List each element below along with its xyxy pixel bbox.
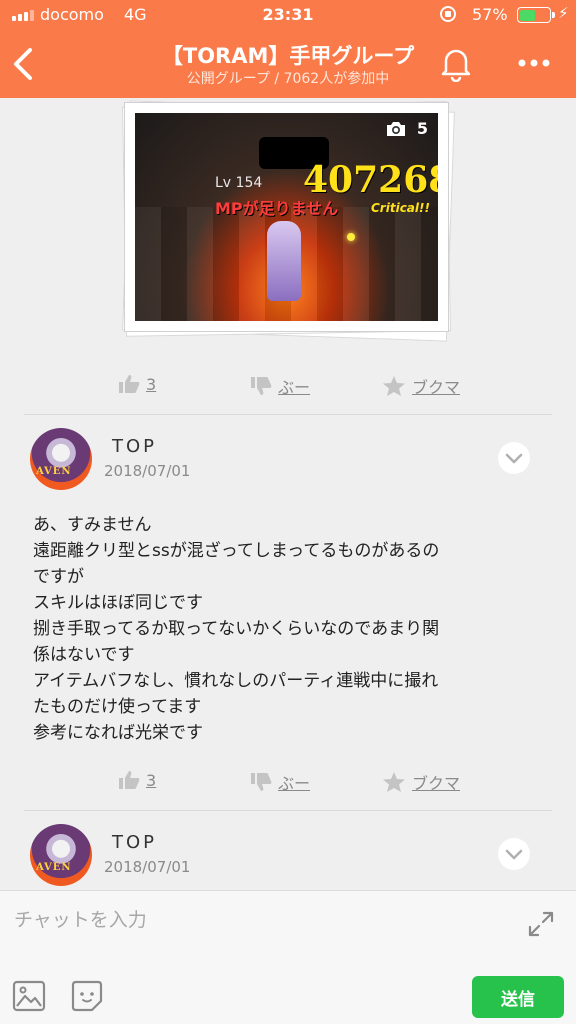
camera-icon [386,121,405,136]
comment-line: あ、すみません [33,515,152,535]
bookmark-label: ブクマ [412,774,461,793]
thumbs-down-icon [251,773,272,791]
dislike-button[interactable]: ぶー [250,770,310,794]
image-attach-button[interactable] [12,979,46,1013]
expand-input-button[interactable] [526,909,556,939]
comment-line: 参考になれば光栄です [33,723,203,743]
message-feed[interactable]: Lv 154 407268 MPが足りません Critical!! 5 3 ぶー [0,98,576,890]
more-menu-button[interactable] [512,48,556,78]
group-subtitle: 公開グループ / 7062人が参加中 [186,71,390,87]
comment-line: 遠距離クリ型とssが混ざってしまってるものがあるの [33,541,440,561]
dislike-label: ぶー [278,378,311,397]
screenshot-critical: Critical!! [371,201,430,215]
photo-count-badge: 5 [385,119,428,138]
like-count: 3 [146,374,157,394]
thumbs-up-icon [119,375,140,393]
star-icon [383,772,405,792]
comment-actions: 3 ぶー ブクマ [0,770,576,800]
comment-username[interactable]: TOP [112,832,157,853]
comment-item: AVEN TOP 2018/07/01 [0,824,576,890]
photo-album[interactable]: Lv 154 407268 MPが足りません Critical!! 5 [118,100,458,342]
divider [24,414,552,415]
comment-line: 係はないです [33,645,135,665]
comment-line: アイテムバフなし、慣れなしのパーティ連戦中に撮れ [33,671,439,691]
like-button[interactable]: 3 [118,770,156,790]
rotation-lock-icon [440,6,456,22]
photo-count: 5 [416,119,428,138]
avatar[interactable]: AVEN [30,824,92,886]
more-dots-icon [518,59,550,67]
star-icon [383,376,405,396]
comment-line: 捌き手取ってるか取ってないかくらいなのであまり関 [33,619,440,639]
dislike-label: ぶー [278,774,311,793]
chat-input[interactable] [14,901,514,939]
send-button[interactable]: 送信 [472,976,564,1018]
comment-menu-button[interactable] [498,442,530,474]
expand-icon [528,911,554,937]
bell-icon [441,49,471,83]
bookmark-button[interactable]: ブクマ [382,374,460,398]
status-bar: docomo 4G 23:31 57% ⚡ [0,0,576,30]
comment-date: 2018/07/01 [104,858,191,876]
thumbs-up-icon [119,771,140,789]
like-count: 3 [146,770,157,790]
battery-percent: 57% [472,5,508,24]
smiley-stamp-icon [71,980,103,1012]
bookmark-button[interactable]: ブクマ [382,770,460,794]
divider [24,810,552,811]
stamp-button[interactable] [70,979,104,1013]
avatar[interactable]: AVEN [30,428,92,490]
comment-date: 2018/07/01 [104,462,191,480]
comment-line: ですが [33,567,84,587]
thumbs-down-icon [251,377,272,395]
charging-icon: ⚡ [558,4,569,22]
app-header: docomo 4G 23:31 57% ⚡ 【TORAM】手甲グループ 公開グル… [0,0,576,98]
group-title: 【TORAM】手甲グループ [161,44,415,68]
screenshot-level-label: Lv 154 [215,175,263,191]
comment-line: たものだけ使ってます [33,697,202,717]
like-button[interactable]: 3 [118,374,156,394]
back-button[interactable] [10,44,40,84]
bookmark-label: ブクマ [412,378,461,397]
game-screenshot: Lv 154 407268 MPが足りません Critical!! 5 [135,113,438,321]
comment-menu-button[interactable] [498,838,530,870]
comment-line: スキルはほぼ同じです [33,593,203,613]
comment-username[interactable]: TOP [112,436,157,457]
image-icon [12,980,46,1012]
dislike-button[interactable]: ぶー [250,374,310,398]
chevron-left-icon [14,48,32,80]
comment-item: AVEN TOP 2018/07/01 あ、すみません 遠距離クリ型とssが混ざ… [0,428,576,758]
chevron-down-icon [505,849,523,860]
chat-input-bar: 送信 [0,890,576,1024]
battery-icon [517,7,555,23]
comment-text: あ、すみません 遠距離クリ型とssが混ざってしまってるものがあるの ですが スキ… [33,512,548,746]
notification-button[interactable] [438,44,474,83]
post-actions: 3 ぶー ブクマ [0,374,576,404]
chevron-down-icon [505,453,523,464]
screenshot-mp-warning: MPが足りません [215,199,339,218]
